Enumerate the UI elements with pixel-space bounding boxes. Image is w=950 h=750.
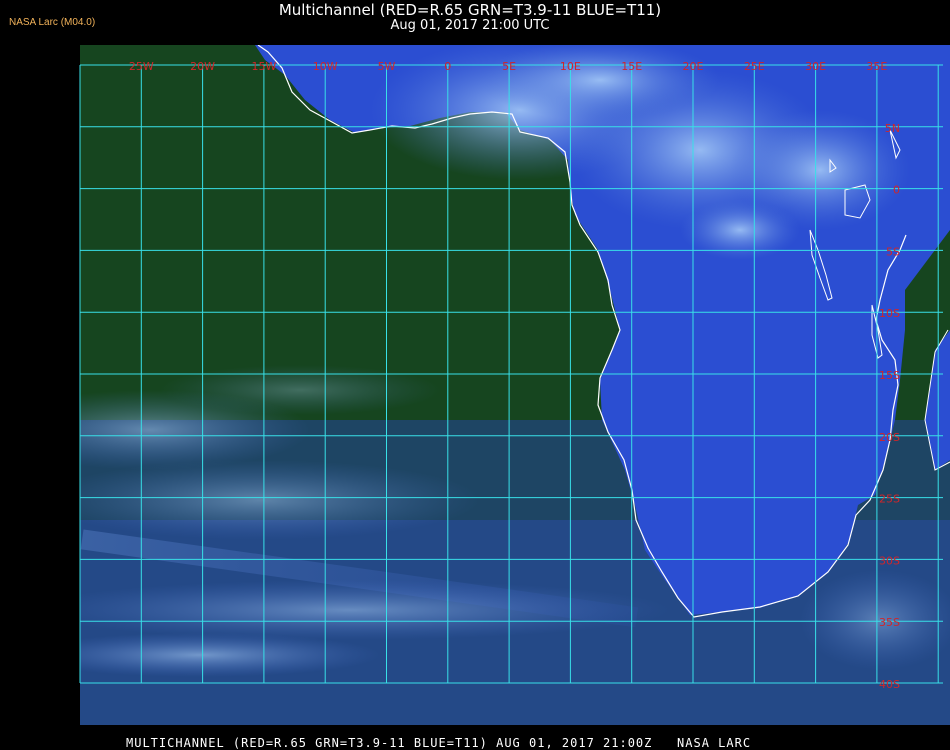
lon-label: 5W <box>378 60 396 73</box>
timestamp: Aug 01, 2017 21:00 UTC <box>390 18 550 33</box>
lon-label: 10W <box>313 60 338 73</box>
lon-label: 10E <box>560 60 581 73</box>
lon-label: 25W <box>129 60 154 73</box>
lon-label: 15E <box>621 60 642 73</box>
lat-label: 20S <box>879 431 900 444</box>
lat-label: 40S <box>879 678 900 691</box>
lon-label: 0 <box>444 60 451 73</box>
footer-caption: MULTICHANNEL (RED=R.65 GRN=T3.9-11 BLUE=… <box>126 736 752 750</box>
lat-label: 30S <box>879 554 900 567</box>
lon-label: 20W <box>190 60 215 73</box>
lat-label: 5S <box>886 245 900 258</box>
imagery-layer <box>80 45 950 725</box>
lon-label: 20E <box>683 60 704 73</box>
lon-label: 35E <box>866 60 887 73</box>
lon-label: 5E <box>502 60 516 73</box>
page-title: Multichannel (RED=R.65 GRN=T3.9-11 BLUE=… <box>278 1 662 19</box>
satellite-map: 25W 20W 15W 10W 5W 0 5E 10E 15E 20E 25E 30E 35E 5N 0 5S… <box>79 45 950 725</box>
lon-label: 25E <box>744 60 765 73</box>
lon-label: 30E <box>805 60 826 73</box>
lat-label: 35S <box>879 616 900 629</box>
lat-label: 0 <box>893 184 900 197</box>
lat-label: 25S <box>879 493 900 506</box>
lon-label: 15W <box>251 60 276 73</box>
lat-label: 10S <box>879 307 900 320</box>
lat-label: 15S <box>879 369 900 382</box>
lat-label: 5N <box>885 122 900 135</box>
